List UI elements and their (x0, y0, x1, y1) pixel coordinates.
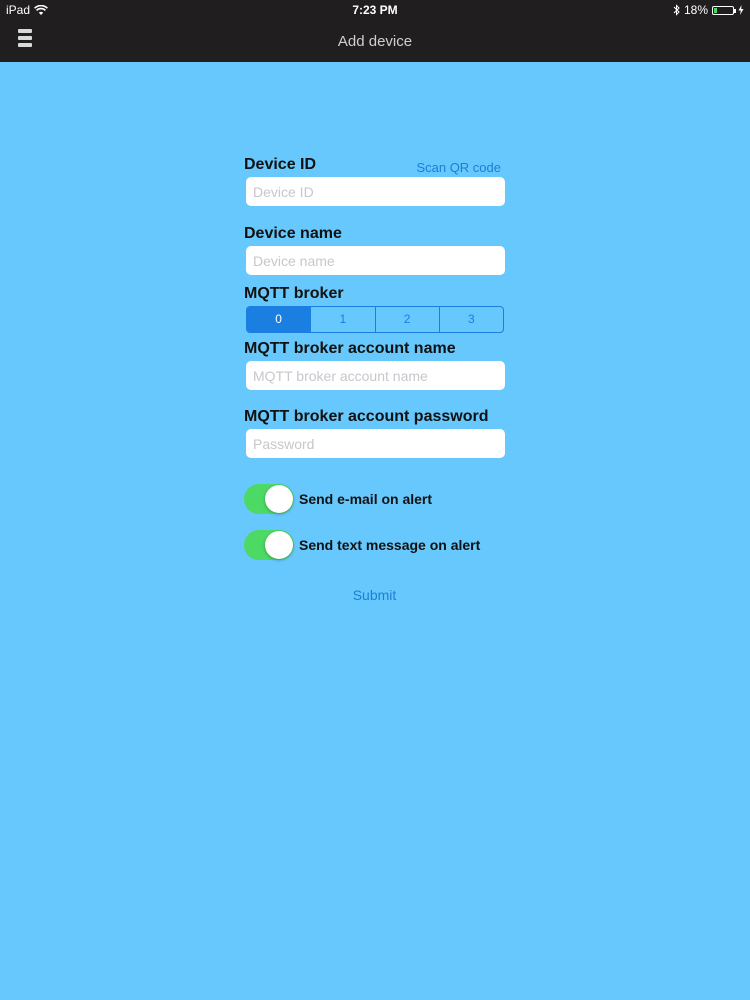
submit-button[interactable]: Submit (244, 587, 505, 603)
mqtt-broker-option-2[interactable]: 2 (374, 307, 439, 332)
battery-percent: 18% (683, 3, 708, 17)
device-id-label: Device ID (244, 156, 317, 173)
device-name-input[interactable] (246, 246, 505, 275)
mqtt-account-name-input[interactable] (246, 361, 505, 390)
status-bar-right: 18% (673, 3, 744, 17)
add-device-form: Device ID Scan QR code Device name MQTT … (244, 155, 505, 560)
mqtt-broker-segmented-control[interactable]: 0 1 2 3 (246, 306, 504, 333)
mqtt-account-password-input[interactable] (246, 429, 505, 458)
mqtt-broker-label: MQTT broker (244, 285, 344, 302)
device-id-input[interactable] (246, 177, 505, 206)
mqtt-account-name-label: MQTT broker account name (244, 340, 456, 357)
page-title: Add device (337, 33, 413, 50)
mqtt-broker-option-1[interactable]: 1 (310, 307, 374, 332)
bluetooth-icon (673, 4, 680, 16)
text-alert-row: Send text message on alert (244, 529, 505, 560)
email-alert-label: Send e-mail on alert (299, 490, 433, 507)
top-bar: iPad 7:23 PM 18% Add device (0, 0, 750, 62)
email-alert-row: Send e-mail on alert (244, 483, 505, 514)
switch-knob (265, 530, 293, 559)
scan-qr-code-link[interactable]: Scan QR code (416, 160, 501, 175)
device-name-label: Device name (244, 225, 342, 242)
mqtt-broker-option-3[interactable]: 3 (438, 307, 503, 332)
status-time: 7:23 PM (352, 3, 398, 17)
battery-icon (712, 5, 736, 15)
switch-knob (265, 484, 293, 513)
device-id-header: Device ID Scan QR code (244, 155, 505, 175)
mqtt-account-password-label: MQTT broker account password (244, 408, 489, 425)
text-alert-label: Send text message on alert (299, 536, 481, 553)
text-alert-switch[interactable] (244, 529, 294, 560)
charging-bolt-icon (738, 5, 744, 15)
battery-level-fill (714, 7, 718, 13)
email-alert-switch[interactable] (244, 483, 294, 514)
mqtt-broker-option-0[interactable]: 0 (247, 307, 311, 332)
